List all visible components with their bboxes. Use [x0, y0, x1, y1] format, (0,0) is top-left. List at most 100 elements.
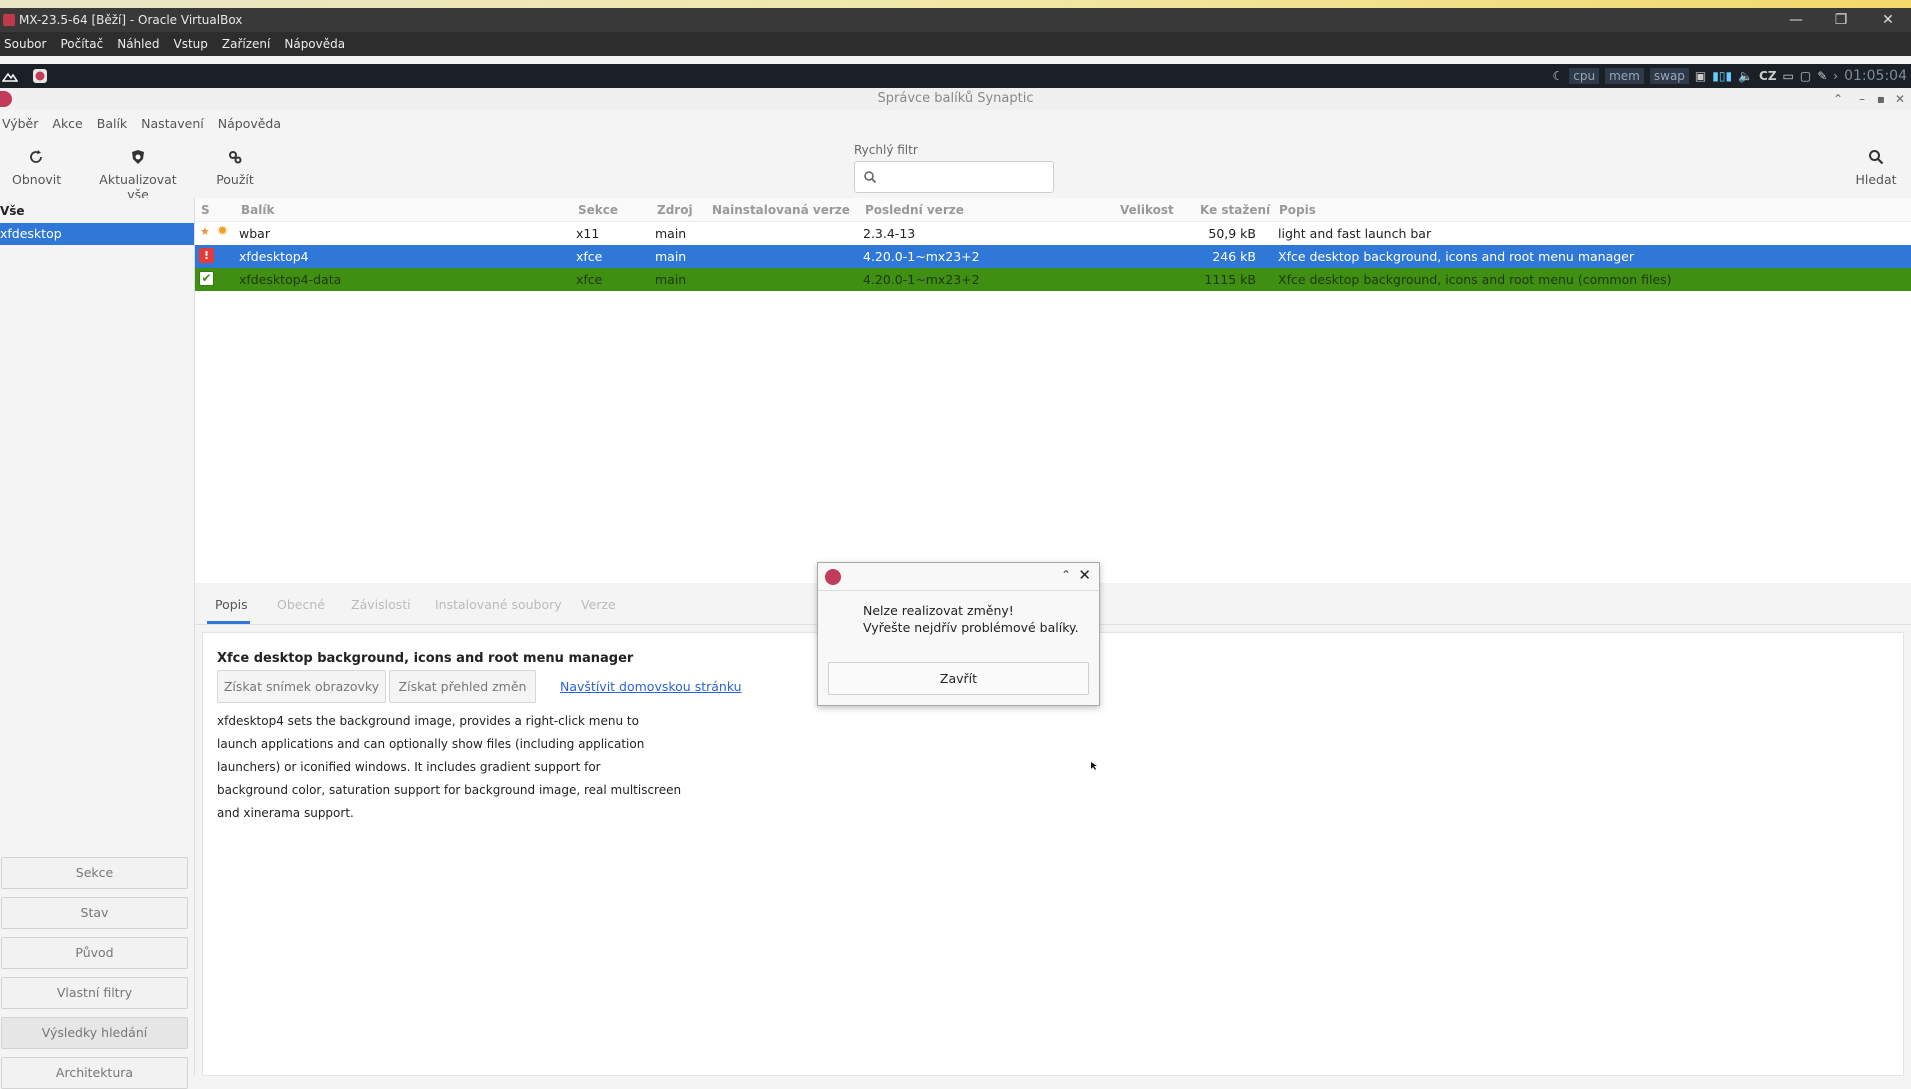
dialog-message-title: Nelze realizovat změny!: [863, 603, 1014, 618]
package-desc: Xfce desktop background, icons and root …: [1278, 249, 1635, 264]
host-menu-vstup[interactable]: Vstup: [174, 37, 208, 51]
host-menu-nahled[interactable]: Náhled: [117, 37, 159, 51]
menu-vyber[interactable]: Výběr: [2, 116, 38, 131]
col-section[interactable]: Sekce: [578, 203, 618, 217]
host-menu-napoveda[interactable]: Nápověda: [284, 37, 345, 51]
synaptic-menubar: Výběr Akce Balík Nastavení Nápověda: [0, 112, 1911, 134]
tab-dependencies[interactable]: Závislosti: [351, 597, 411, 612]
filter-list-header[interactable]: Vše: [0, 204, 25, 218]
menu-akce[interactable]: Akce: [52, 116, 82, 131]
host-window-title: MX-23.5-64 [Běží] - Oracle VirtualBox: [19, 13, 243, 27]
search-results-button[interactable]: Výsledky hledání: [1, 1017, 188, 1049]
search-button[interactable]: Hledat: [1852, 140, 1900, 187]
apply-button[interactable]: Použít: [212, 140, 258, 187]
minimize-icon[interactable]: –: [1859, 88, 1865, 110]
guest-panel: ☾ cpu mem swap ▣ ▮▯▮ 🔈 CZ ▭ ▢ ✎ › 01:05:…: [0, 64, 1911, 88]
swap-monitor[interactable]: swap: [1649, 68, 1689, 84]
chevron-right-icon[interactable]: ›: [1833, 69, 1838, 83]
dialog-close-button[interactable]: Zavřít: [828, 662, 1089, 695]
menu-balik[interactable]: Balík: [97, 116, 127, 131]
reload-button[interactable]: Obnovit: [12, 140, 62, 187]
col-installed-version[interactable]: Nainstalovaná verze: [712, 203, 850, 217]
package-section: xfce: [576, 249, 603, 264]
synaptic-task-icon[interactable]: [32, 68, 48, 84]
col-status[interactable]: S: [201, 203, 210, 217]
col-latest-version[interactable]: Poslední verze: [865, 203, 964, 217]
mx-logo-icon[interactable]: [2, 68, 18, 84]
shield-icon: [132, 150, 144, 164]
get-changelog-button[interactable]: Získat přehled změn: [389, 670, 536, 703]
package-list: S Balík Sekce Zdroj Nainstalovaná verze …: [195, 198, 1911, 583]
package-section: x11: [576, 226, 600, 241]
host-menu-pocitac[interactable]: Počítač: [60, 37, 103, 51]
col-download[interactable]: Ke stažení: [1200, 203, 1270, 217]
host-maximize-button[interactable]: ❐: [1819, 8, 1863, 32]
custom-filters-button[interactable]: Vlastní filtry: [1, 977, 188, 1009]
tab-description[interactable]: Popis: [215, 597, 248, 612]
menu-nastaveni[interactable]: Nastavení: [141, 116, 204, 131]
col-description[interactable]: Popis: [1279, 203, 1316, 217]
new-package-icon: ✹: [217, 224, 228, 239]
keyboard-layout[interactable]: CZ: [1759, 69, 1777, 83]
col-source[interactable]: Zdroj: [657, 203, 693, 217]
panel-clock[interactable]: 01:05:04: [1844, 68, 1907, 84]
error-dialog: ⌃ ✕ Nelze realizovat změny! Vyřešte nejd…: [817, 562, 1100, 706]
host-menu-soubor[interactable]: Soubor: [4, 37, 46, 51]
status-filter-button[interactable]: Stav: [1, 897, 188, 929]
host-close-button[interactable]: ✕: [1866, 8, 1910, 32]
host-menubar: Soubor Počítač Náhled Vstup Zařízení Náp…: [0, 32, 1911, 56]
broken-status-icon[interactable]: !: [199, 248, 214, 263]
dialog-message-body: Vyřešte nejdřív problémové balíky.: [863, 620, 1079, 635]
homepage-link[interactable]: Navštívit domovskou stránku: [560, 679, 742, 694]
package-download: 50,9 kB: [1208, 226, 1256, 241]
quick-filter-input[interactable]: [854, 161, 1054, 193]
package-row-xfdesktop4[interactable]: ! xfdesktop4 xfce main 4.20.0-1~mx23+2 2…: [195, 245, 1911, 268]
mem-monitor[interactable]: mem: [1605, 68, 1644, 84]
package-description: xfdesktop4 sets the background image, pr…: [217, 710, 687, 825]
menu-napoveda[interactable]: Nápověda: [218, 116, 281, 131]
col-package[interactable]: Balík: [241, 203, 274, 217]
star-icon: ★: [200, 225, 210, 238]
display-icon[interactable]: ▢: [1800, 69, 1811, 83]
quick-filter-label: Rychlý filtr: [854, 143, 918, 157]
host-top-strip: [0, 0, 1911, 8]
host-menu-zarizeni[interactable]: Zařízení: [222, 37, 270, 51]
screenshot-icon[interactable]: ▣: [1695, 69, 1706, 83]
synaptic-title: Správce balíků Synaptic: [877, 91, 1034, 106]
volume-icon[interactable]: 🔈: [1738, 69, 1753, 83]
package-latest: 4.20.0-1~mx23+2: [863, 249, 980, 264]
search-icon: [1869, 150, 1884, 165]
host-title-bar: MX-23.5-64 [Běží] - Oracle VirtualBox — …: [0, 8, 1911, 32]
cpu-monitor[interactable]: cpu: [1569, 68, 1600, 84]
reload-icon: [30, 150, 42, 163]
get-screenshot-button[interactable]: Získat snímek obrazovky: [217, 670, 386, 703]
clip-icon[interactable]: ✎: [1817, 69, 1827, 83]
search-label: Hledat: [1855, 172, 1897, 187]
maximize-icon[interactable]: ▪: [1877, 88, 1885, 110]
reload-label: Obnovit: [12, 172, 62, 187]
tab-versions[interactable]: Verze: [581, 597, 616, 612]
origin-filter-button[interactable]: Původ: [1, 937, 188, 969]
package-download: 1115 kB: [1204, 272, 1256, 287]
shade-icon[interactable]: ⌃: [1833, 88, 1843, 110]
filter-item-xfdesktop[interactable]: xfdesktop: [0, 223, 194, 245]
tab-general[interactable]: Obecné: [277, 597, 325, 612]
description-line: launchers) or iconified windows. It incl…: [217, 760, 601, 774]
description-line: and xinerama support.: [217, 806, 354, 820]
architecture-filter-button[interactable]: Architektura: [1, 1057, 188, 1089]
network-icon[interactable]: ▭: [1783, 69, 1794, 83]
dialog-close-icon[interactable]: ✕: [1078, 566, 1091, 584]
install-mark-icon[interactable]: ✔: [199, 271, 214, 286]
package-row-xfdesktop4-data[interactable]: ✔ xfdesktop4-data xfce main 4.20.0-1~mx2…: [195, 268, 1911, 291]
host-minimize-button[interactable]: —: [1774, 8, 1818, 32]
mouse-cursor-icon: [1091, 762, 1097, 770]
package-source: main: [655, 272, 687, 287]
upgrade-all-button[interactable]: Aktualizovat vše: [90, 140, 186, 202]
close-icon[interactable]: ✕: [1895, 88, 1905, 110]
sections-filter-button[interactable]: Sekce: [1, 857, 188, 889]
package-source: main: [655, 249, 687, 264]
tab-installed-files[interactable]: Instalované soubory: [435, 597, 562, 612]
chevron-up-icon[interactable]: ⌃: [1061, 568, 1071, 582]
package-row-wbar[interactable]: ★ ✹ wbar x11 main 2.3.4-13 50,9 kB light…: [195, 222, 1911, 245]
col-size[interactable]: Velikost: [1120, 203, 1174, 217]
